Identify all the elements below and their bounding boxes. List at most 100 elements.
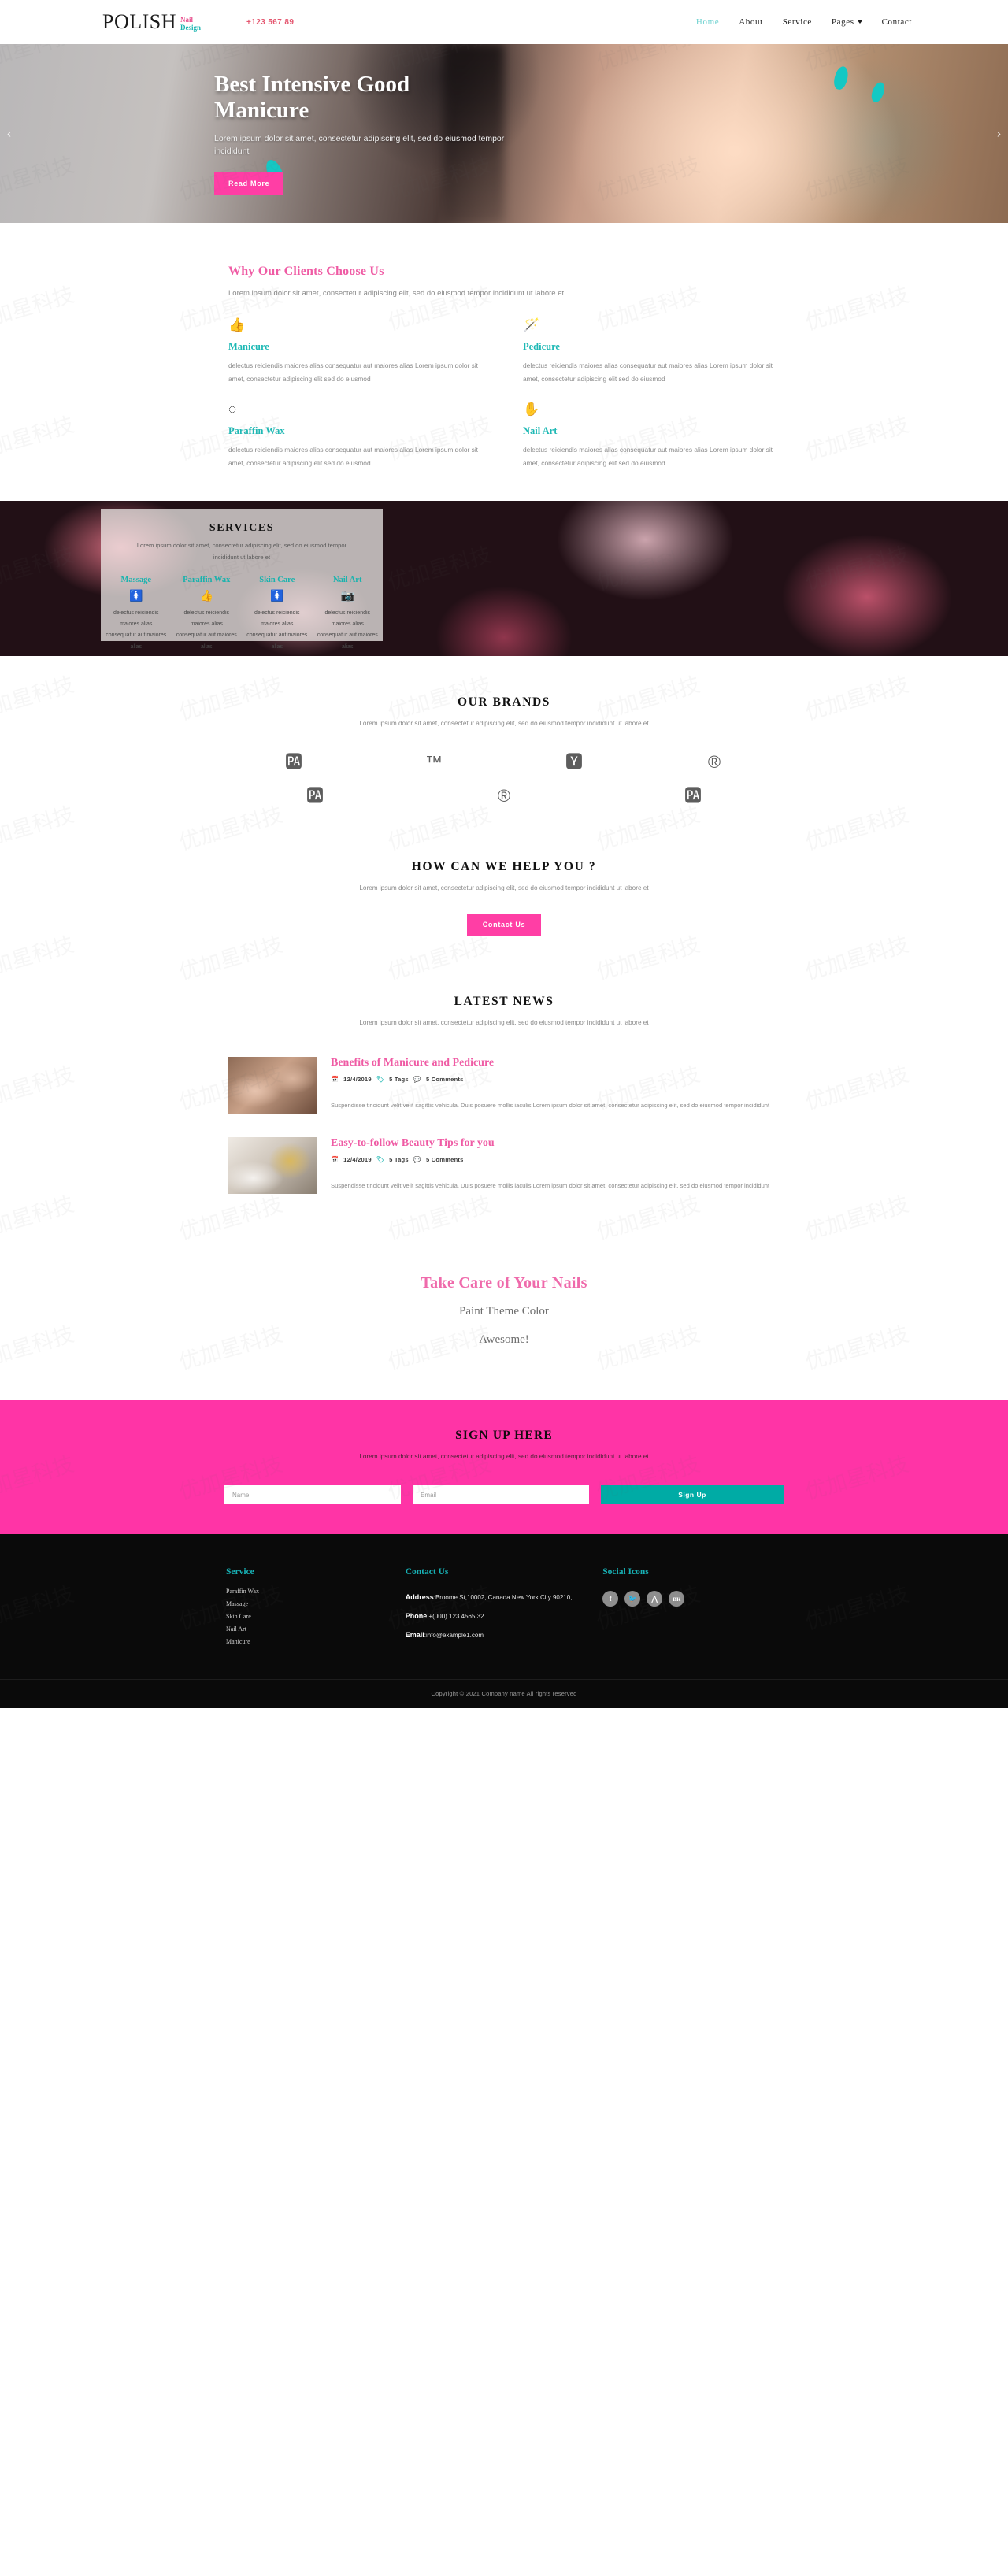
logo-subtext: Nail Design [180, 16, 202, 32]
logo-text: POLISH [102, 10, 177, 33]
hero-read-more-button[interactable]: Read More [214, 171, 284, 195]
camera-icon: 📷 [340, 588, 354, 602]
news-meta: 📅 12/4/2019 🏷 5 Tags 💬 5 Comments [331, 1156, 780, 1163]
feature-body: delectus reiciendis maiores alias conseq… [228, 446, 479, 467]
closed-captioning-boxed-icon: 🆌 [684, 786, 702, 806]
news-thumbnail[interactable] [228, 1136, 317, 1194]
news-tags: 5 Tags [389, 1075, 409, 1083]
footer-email-value[interactable]: :info@example1.com [424, 1632, 484, 1639]
service-card-body: delectus reiciendis maiores alias conseq… [176, 610, 237, 650]
registered-icon: ® [707, 752, 721, 773]
footer-phone-label: Phone [405, 1612, 428, 1621]
contact-us-button[interactable]: Contact Us [466, 914, 542, 936]
feature-body: delectus reiciendis maiores alias conseq… [523, 361, 773, 383]
service-card[interactable]: Massage 🚺 delectus reiciendis maiores al… [101, 576, 172, 653]
news-article[interactable]: Easy-to-follow Beauty Tips for you 📅 12/… [228, 1136, 780, 1194]
signup-form: Sign Up [224, 1485, 784, 1505]
footer-phone-value[interactable]: :+(000) 123 4565 32 [427, 1613, 484, 1620]
news-list: Benefits of Manicure and Pedicure 📅 12/4… [228, 1056, 780, 1194]
main-nav: Home About Service Pages Contact [696, 17, 912, 27]
nav-item-pages[interactable]: Pages [832, 17, 862, 27]
social-links: f 🐦 ⋀ вк [602, 1591, 782, 1607]
news-excerpt: Suspendisse tincidunt velit velit sagitt… [331, 1101, 770, 1109]
registered-icon: ® [497, 786, 511, 806]
signup-button[interactable]: Sign Up [601, 1485, 784, 1505]
footer-link-manicure[interactable]: Manicure [226, 1638, 406, 1645]
logo[interactable]: POLISH Nail Design [102, 12, 201, 32]
services-grid: Massage 🚺 delectus reiciendis maiores al… [101, 576, 383, 653]
signup-lead: Lorem ipsum dolor sit amet, consectetur … [359, 1453, 649, 1461]
hero-title: Best Intensive Good Manicure [214, 72, 410, 124]
footer-address-label: Address [405, 1593, 434, 1602]
feature-body: delectus reiciendis maiores alias conseq… [228, 361, 479, 383]
news-body: Benefits of Manicure and Pedicure 📅 12/4… [331, 1057, 780, 1114]
services-lead: Lorem ipsum dolor sit amet, consectetur … [136, 542, 347, 561]
feature-item: 👍 Manicure delectus reiciendis maiores a… [228, 318, 485, 385]
footer-service-title: Service [226, 1567, 254, 1577]
footer-link-nail-art[interactable]: Nail Art [226, 1625, 406, 1633]
footer-link-massage[interactable]: Massage [226, 1600, 406, 1607]
calendar-icon: 📅 [331, 1155, 339, 1163]
service-card[interactable]: Nail Art 📷 delectus reiciendis maiores a… [313, 576, 384, 653]
facebook-icon[interactable]: f [602, 1591, 619, 1607]
footer-contact-info: Address:Broome St,10002, Canada New York… [406, 1591, 603, 1641]
news-date: 12/4/2019 [343, 1155, 372, 1163]
nav-item-contact[interactable]: Contact [882, 17, 912, 27]
footer-link-skin-care[interactable]: Skin Care [226, 1613, 406, 1620]
email-input[interactable] [413, 1485, 589, 1505]
service-card-title: Paraffin Wax [183, 575, 231, 584]
news-article-title[interactable]: Benefits of Manicure and Pedicure [331, 1057, 780, 1069]
news-article[interactable]: Benefits of Manicure and Pedicure 📅 12/4… [228, 1056, 780, 1114]
feature-body: delectus reiciendis maiores alias conseq… [523, 446, 773, 467]
news-lead: Lorem ipsum dolor sit amet, consectetur … [359, 1019, 649, 1027]
tag-icon: 🏷 [376, 1075, 385, 1083]
why-lead: Lorem ipsum dolor sit amet, consectetur … [228, 289, 565, 298]
copyright: Copyright © 2021 Company name All rights… [0, 1679, 1008, 1708]
rss-icon[interactable]: ⋀ [647, 1591, 663, 1607]
brands-title: OUR BRANDS [457, 695, 551, 710]
service-card-body: delectus reiciendis maiores alias conseq… [106, 610, 167, 650]
logo-sub-line2: Design [180, 23, 202, 32]
nav-item-service[interactable]: Service [783, 17, 812, 27]
service-card[interactable]: Skin Care 🚺 delectus reiciendis maiores … [242, 576, 313, 653]
service-card-title: Skin Care [259, 575, 295, 584]
nav-item-about[interactable]: About [739, 17, 763, 27]
nav-item-pages-label: Pages [831, 17, 854, 27]
feature-title: Nail Art [523, 425, 558, 437]
nav-item-home[interactable]: Home [696, 17, 719, 27]
decorative-nail [832, 65, 850, 91]
brands-section: OUR BRANDS Lorem ipsum dolor sit amet, c… [0, 656, 1008, 823]
footer-contact-title: Contact Us [405, 1567, 449, 1577]
why-title: Why Our Clients Choose Us [228, 265, 384, 278]
name-input[interactable] [224, 1485, 401, 1505]
carousel-prev-arrow[interactable]: ‹ [7, 127, 11, 140]
news-thumbnail[interactable] [228, 1056, 317, 1114]
service-card-body: delectus reiciendis maiores alias conseq… [246, 610, 308, 650]
header-phone[interactable]: +123 567 89 [246, 18, 294, 27]
chevron-down-icon [857, 20, 862, 24]
trademark-icon: ™ [425, 752, 443, 773]
footer-address-value: :Broome St,10002, Canada New York City 9… [433, 1594, 573, 1602]
feature-title: Paraffin Wax [228, 425, 285, 437]
twitter-icon[interactable]: 🐦 [624, 1591, 641, 1607]
carousel-next-arrow[interactable]: › [997, 127, 1001, 140]
footer-email-label: Email [405, 1631, 424, 1639]
footer-link-paraffin-wax[interactable]: Paraffin Wax [226, 1588, 406, 1595]
services-section: SERVICES Lorem ipsum dolor sit amet, con… [0, 501, 1008, 657]
footer-phone-row: Phone:+(000) 123 4565 32 [406, 1610, 603, 1623]
footer-address-row: Address:Broome St,10002, Canada New York… [406, 1591, 603, 1604]
footer-email-row: Email:info@example1.com [406, 1629, 603, 1642]
service-card-title: Nail Art [333, 575, 362, 584]
closed-captioning-boxed-icon: 🆌 [284, 752, 302, 773]
hero-banner: Best Intensive Good Manicure Lorem ipsum… [0, 44, 1008, 223]
thumbs-up-icon: 👍 [199, 588, 213, 602]
footer-service-column: Service Paraffin Wax Massage Skin Care N… [226, 1567, 406, 1651]
news-date: 12/4/2019 [343, 1075, 372, 1083]
person-icon: 🚺 [270, 588, 284, 602]
service-card[interactable]: Paraffin Wax 👍 delectus reiciendis maior… [172, 576, 243, 653]
magic-wand-icon: 🪄 [523, 317, 540, 333]
news-meta: 📅 12/4/2019 🏷 5 Tags 💬 5 Comments [331, 1076, 780, 1083]
news-excerpt: Suspendisse tincidunt velit velit sagitt… [331, 1181, 770, 1189]
news-article-title[interactable]: Easy-to-follow Beauty Tips for you [331, 1137, 780, 1150]
vk-icon[interactable]: вк [669, 1591, 685, 1607]
